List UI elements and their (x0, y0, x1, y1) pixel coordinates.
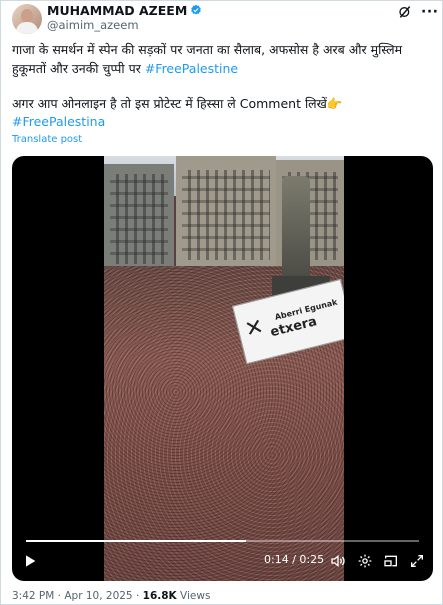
video-time-separator: / (292, 553, 296, 566)
avatar-face (21, 9, 33, 23)
video-time: 0:14 / 0:25 (264, 553, 324, 566)
volume-icon[interactable] (330, 553, 346, 569)
post-text-line-3: अगर आप ओनलाइन है तो इस प्रोटेस्ट में हिस… (12, 96, 343, 111)
video-frame: ✕ Aberri Egunak etxera (104, 156, 344, 581)
grok-icon[interactable] (397, 4, 413, 20)
video-monument (282, 176, 310, 281)
banner-logo: ✕ (242, 314, 267, 344)
hashtag-freepalestine[interactable]: #FreePalestine (145, 61, 238, 76)
picture-in-picture-icon[interactable] (383, 553, 399, 569)
footer-dot: · (57, 590, 61, 602)
video-player[interactable]: ✕ Aberri Egunak etxera 0:14 / 0:25 (12, 156, 433, 581)
hashtag-freepalestina[interactable]: #FreePalestina (12, 114, 105, 129)
post-text-line-2: हुकूमतों और उनकी चुप्पी पर #FreePalestin… (12, 59, 430, 79)
footer-dot-2: · (135, 590, 140, 602)
post-text-line-2-text: हुकूमतों और उनकी चुप्पी पर (12, 61, 145, 76)
fullscreen-icon[interactable] (409, 553, 425, 569)
post-text-line-4: #FreePalestina (12, 112, 430, 132)
translate-post-link[interactable]: Translate post (12, 134, 82, 145)
more-icon[interactable]: ··· (421, 4, 438, 20)
video-building-left (104, 164, 174, 274)
avatar-body (16, 22, 38, 34)
video-progress-fill (26, 540, 247, 542)
views-label: Views (180, 590, 211, 602)
post-time[interactable]: 3:42 PM (12, 590, 54, 602)
settings-icon[interactable] (357, 553, 373, 569)
avatar[interactable] (12, 4, 42, 34)
building-windows (110, 174, 168, 264)
building-windows (182, 170, 270, 260)
views-count: 16.8K (142, 590, 177, 602)
play-icon[interactable] (22, 553, 38, 569)
post-date[interactable]: Apr 10, 2025 (64, 590, 132, 602)
author-name[interactable]: MUHAMMAD AZEEM (47, 3, 202, 18)
post-text-line-1: गाजा के समर्थन में स्पेन की सड़कों पर जन… (12, 42, 403, 57)
author-handle[interactable]: @aimim_azeem (47, 18, 139, 32)
video-current-time: 0:14 (264, 553, 289, 566)
video-duration: 0:25 (299, 553, 325, 566)
video-progress-bar[interactable] (26, 540, 419, 542)
post-footer: 3:42 PM · Apr 10, 2025 · 16.8K Views (12, 590, 210, 602)
author-name-text: MUHAMMAD AZEEM (47, 3, 188, 18)
verified-badge-icon (191, 4, 202, 15)
video-building-center (176, 156, 276, 271)
